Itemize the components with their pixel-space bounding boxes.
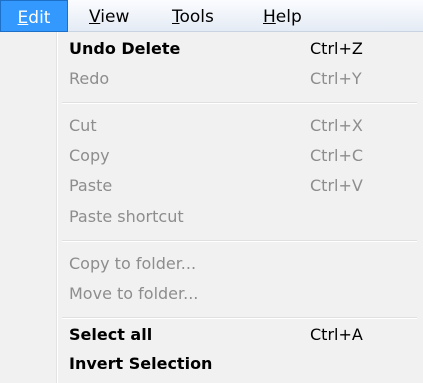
menu-item-copy-to-folder[interactable]: Copy to folder... — [0, 250, 423, 278]
menu-tools-mnemonic: T — [172, 7, 180, 27]
screen: Edit View Tools Help Undo Delete Ctrl+Z … — [0, 0, 423, 383]
menu-item-label: Select all — [69, 325, 153, 344]
edit-dropdown-menu: Undo Delete Ctrl+Z Redo Ctrl+Y Cut Ctrl+… — [0, 32, 423, 383]
menu-view[interactable]: View — [89, 0, 129, 32]
menu-item-label: Copy to folder... — [69, 254, 197, 273]
menu-tools[interactable]: Tools — [172, 0, 214, 32]
menu-item-label: Copy — [69, 146, 110, 165]
menu-item-label: Redo — [69, 69, 110, 88]
menu-help[interactable]: Help — [263, 0, 302, 32]
menu-item-shortcut: Ctrl+C — [310, 146, 364, 165]
menu-item-label: Cut — [69, 116, 97, 135]
menu-item-shortcut: Ctrl+A — [310, 325, 363, 344]
menu-help-mnemonic: H — [263, 7, 276, 27]
menu-item-label: Invert Selection — [69, 354, 213, 373]
menu-separator — [62, 240, 417, 242]
menu-separator — [62, 317, 417, 319]
menu-help-label: elp — [275, 7, 302, 27]
menu-item-shortcut: Ctrl+Z — [310, 39, 363, 58]
menu-view-mnemonic: V — [89, 7, 101, 27]
menu-item-label: Paste shortcut — [69, 207, 184, 226]
menu-item-label: Move to folder... — [69, 284, 199, 303]
menu-item-copy[interactable]: Copy Ctrl+C — [0, 142, 423, 170]
menu-item-move-to-folder[interactable]: Move to folder... — [0, 280, 423, 308]
menu-item-redo[interactable]: Redo Ctrl+Y — [0, 65, 423, 93]
menu-item-cut[interactable]: Cut Ctrl+X — [0, 112, 423, 140]
menu-item-paste-shortcut[interactable]: Paste shortcut — [0, 203, 423, 231]
menu-edit-label: dit — [28, 8, 51, 28]
menu-edit-mnemonic: E — [17, 8, 29, 28]
menu-tools-label: ools — [179, 7, 214, 27]
menu-item-invert-selection[interactable]: Invert Selection — [0, 350, 423, 378]
menu-view-label: iew — [100, 7, 130, 27]
menu-item-undo-delete[interactable]: Undo Delete Ctrl+Z — [0, 35, 423, 63]
menu-item-select-all[interactable]: Select all Ctrl+A — [0, 321, 423, 349]
menu-item-paste[interactable]: Paste Ctrl+V — [0, 172, 423, 200]
menu-item-label: Undo Delete — [69, 39, 181, 58]
menu-item-shortcut: Ctrl+V — [310, 176, 363, 195]
menu-edit[interactable]: Edit — [0, 0, 68, 32]
menu-item-label: Paste — [69, 176, 113, 195]
menu-bar: Edit View Tools Help — [0, 0, 423, 32]
menu-separator — [62, 102, 417, 104]
menu-item-shortcut: Ctrl+Y — [310, 69, 362, 88]
menu-item-shortcut: Ctrl+X — [310, 116, 363, 135]
